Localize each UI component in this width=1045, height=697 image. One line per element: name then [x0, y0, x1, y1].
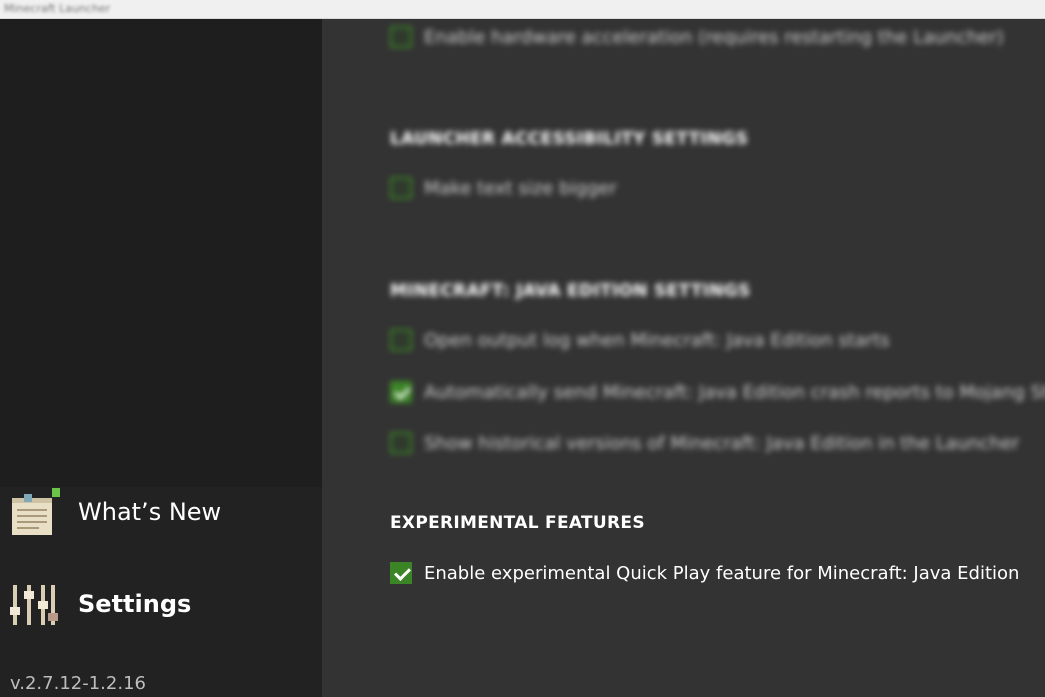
setting-label: Open output log when Minecraft: Java Edi… — [424, 329, 890, 351]
window-title: Minecraft Launcher — [4, 2, 111, 15]
setting-label: Enable hardware acceleration (requires r… — [424, 26, 1004, 48]
setting-text-size[interactable]: Make text size bigger — [390, 175, 617, 201]
setting-crash-reports[interactable]: Automatically send Minecraft: Java Editi… — [390, 379, 1045, 405]
sidebar-item-label: What’s New — [78, 498, 222, 526]
setting-label: Enable experimental Quick Play feature f… — [424, 562, 1020, 584]
settings-content: Enable hardware acceleration (requires r… — [322, 19, 1045, 697]
section-heading: LAUNCHER ACCESSIBILITY SETTINGS — [390, 129, 749, 149]
sidebar-item-settings[interactable]: Settings — [0, 572, 322, 636]
sidebar-item-whats-new[interactable]: What’s New — [0, 480, 322, 544]
setting-label: Show historical versions of Minecraft: J… — [424, 432, 1020, 454]
setting-label: Automatically send Minecraft: Java Editi… — [424, 381, 1045, 403]
checkbox[interactable] — [390, 329, 412, 351]
sidebar-item-label: Settings — [78, 590, 192, 618]
sliders-icon — [10, 585, 58, 625]
notepad-icon — [12, 488, 60, 535]
setting-historical-versions[interactable]: Show historical versions of Minecraft: J… — [390, 430, 1019, 456]
setting-output-log[interactable]: Open output log when Minecraft: Java Edi… — [390, 327, 890, 353]
window-titlebar: Minecraft Launcher — [0, 0, 1045, 19]
launcher-version: v.2.7.12-1.2.16 — [10, 673, 146, 694]
quick-play-checkbox[interactable] — [390, 562, 412, 584]
checkbox[interactable] — [390, 381, 412, 403]
section-heading: MINECRAFT: JAVA EDITION SETTINGS — [390, 281, 751, 301]
checkbox[interactable] — [390, 26, 412, 48]
setting-quick-play[interactable]: Enable experimental Quick Play feature f… — [390, 560, 1019, 586]
setting-label: Make text size bigger — [424, 177, 617, 199]
checkbox[interactable] — [390, 432, 412, 454]
checkbox[interactable] — [390, 177, 412, 199]
setting-hardware-acceleration[interactable]: Enable hardware acceleration (requires r… — [390, 24, 1004, 50]
experimental-heading: EXPERIMENTAL FEATURES — [390, 513, 645, 533]
